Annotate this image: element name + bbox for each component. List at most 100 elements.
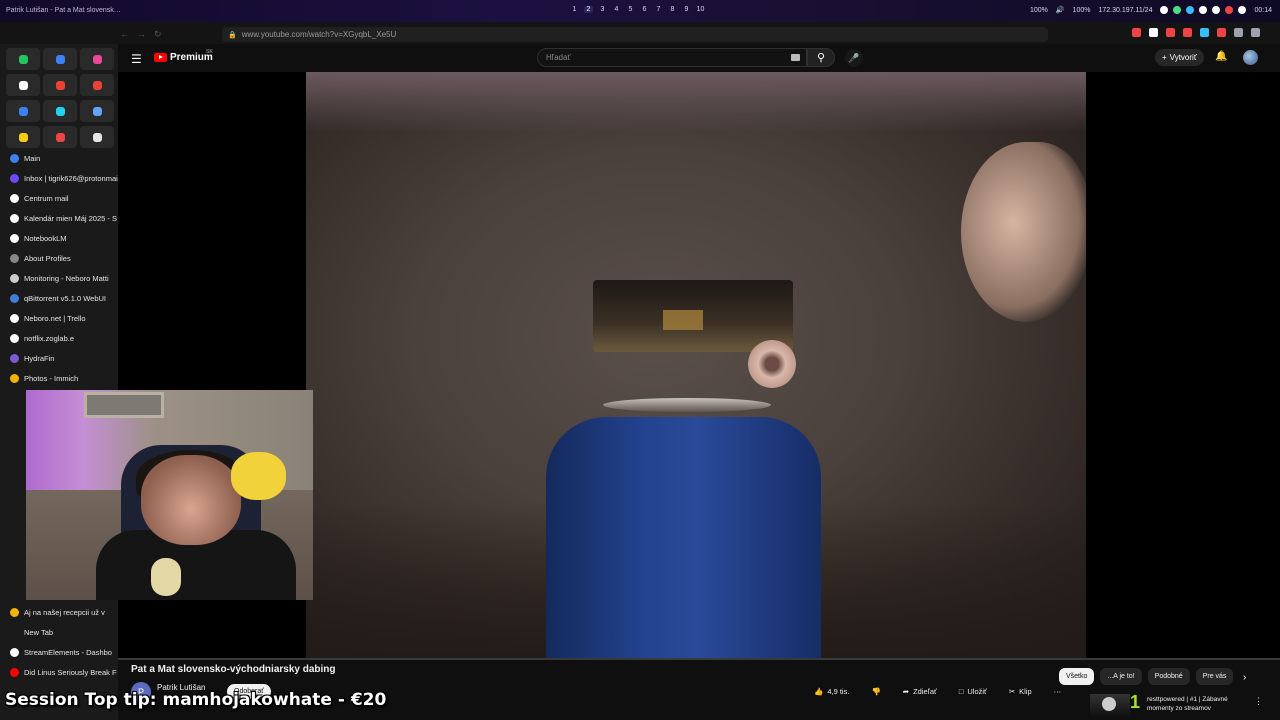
workspace-7[interactable]: 7 xyxy=(654,6,663,13)
pinned-tab[interactable] xyxy=(6,126,40,148)
tray-icon[interactable] xyxy=(1212,6,1221,14)
workspace-2[interactable]: 2 xyxy=(584,6,593,13)
system-tray[interactable] xyxy=(1160,6,1247,14)
like-button[interactable]: 👍 4,9 tis. xyxy=(806,682,858,700)
extension-icon[interactable] xyxy=(1217,28,1226,37)
user-avatar[interactable] xyxy=(1243,50,1258,65)
tray-icon[interactable] xyxy=(1225,6,1234,14)
video-frame[interactable] xyxy=(306,72,1086,658)
workspace-3[interactable]: 3 xyxy=(598,6,607,13)
workspace-10[interactable]: 10 xyxy=(696,6,705,13)
tab-label: Photos - Immich xyxy=(24,373,79,383)
volume-icon[interactable]: 🔊 xyxy=(1056,6,1065,14)
tray-icon[interactable] xyxy=(1186,6,1195,14)
youtube-logo[interactable]: Premium SK xyxy=(154,49,213,63)
suggested-video[interactable]: 1 resttpowered | #1 | Zábavné momenty zo… xyxy=(1090,692,1263,716)
sidebar-tab[interactable]: NotebookLM xyxy=(0,228,118,248)
forward-icon[interactable]: → xyxy=(137,29,146,40)
pinned-tab[interactable] xyxy=(6,48,40,70)
chevron-right-icon[interactable]: › xyxy=(1243,672,1246,683)
tab-label: Aj na našej recepcii už v xyxy=(24,607,105,617)
burner-knob xyxy=(748,340,796,388)
sidebar-tab[interactable]: Aj na našej recepcii už v xyxy=(0,602,118,622)
extension-icon[interactable] xyxy=(1166,28,1175,37)
sidebar-tab[interactable]: Photos - Immich xyxy=(0,368,118,388)
sidebar-tab[interactable]: Neboro.net | Trello xyxy=(0,308,118,328)
search-button[interactable]: ⚲ xyxy=(807,48,835,67)
burner-ring xyxy=(603,398,771,412)
filter-chip[interactable]: Pre vás xyxy=(1195,668,1234,685)
pinned-tab[interactable] xyxy=(43,74,77,96)
pinned-tab[interactable] xyxy=(43,48,77,70)
tab-favicon-icon xyxy=(10,313,19,323)
workspace-6[interactable]: 6 xyxy=(640,6,649,13)
keyboard-icon[interactable] xyxy=(791,54,800,61)
nav-buttons: ← → ↻ xyxy=(120,29,162,40)
dislike-button[interactable]: 👎 xyxy=(863,682,889,700)
extension-icon[interactable] xyxy=(1200,28,1209,37)
search-input[interactable]: Hľadať xyxy=(537,48,807,67)
pinned-tab[interactable] xyxy=(6,74,40,96)
pinned-tab[interactable] xyxy=(43,100,77,122)
filter-chip[interactable]: Podobné xyxy=(1147,668,1190,685)
create-button[interactable]: + Vytvoriť xyxy=(1155,49,1204,66)
sidebar-tab[interactable]: About Profiles xyxy=(0,248,118,268)
extension-icon[interactable] xyxy=(1149,28,1158,37)
pinned-tab[interactable] xyxy=(80,126,114,148)
address-bar[interactable]: 🔒 www.youtube.com/watch?v=XGyqbL_Xe5U xyxy=(222,27,1048,42)
url-text: www.youtube.com/watch?v=XGyqbL_Xe5U xyxy=(241,30,397,39)
save-button[interactable]: □ Uložiť xyxy=(950,682,995,700)
tray-icon[interactable] xyxy=(1160,6,1169,14)
notifications-bell-icon[interactable]: 🔔 xyxy=(1215,51,1227,62)
suggested-title[interactable]: resttpowered | #1 | Zábavné momenty zo s… xyxy=(1147,695,1247,713)
sidebar-tab[interactable]: StreamElements - Dashbo xyxy=(0,642,118,662)
extension-icon[interactable] xyxy=(1183,28,1192,37)
video-progress-bar[interactable] xyxy=(118,658,1280,660)
site-favicon-icon xyxy=(92,54,102,64)
webcam-plush-toy xyxy=(231,452,286,500)
filter-chip[interactable]: ...A je to! xyxy=(1100,668,1142,685)
menu-icon[interactable]: ☰ xyxy=(131,52,142,66)
tray-icon[interactable] xyxy=(1238,6,1247,14)
sidebar-tab[interactable]: New Tab xyxy=(0,622,118,642)
pinned-tab[interactable] xyxy=(6,100,40,122)
extension-icon[interactable] xyxy=(1234,28,1243,37)
clip-button[interactable]: ✂ Klip xyxy=(1000,682,1040,700)
suggested-thumbnail[interactable] xyxy=(1090,694,1130,716)
battery-status: 100% xyxy=(1029,6,1048,14)
sidebar-tab[interactable]: qBittorrent v5.1.0 WebUI xyxy=(0,288,118,308)
workspace-1[interactable]: 1 xyxy=(570,6,579,13)
workspace-4[interactable]: 4 xyxy=(612,6,621,13)
pinned-tab[interactable] xyxy=(43,126,77,148)
tab-favicon-icon xyxy=(10,173,19,183)
voice-search-button[interactable]: 🎤 xyxy=(845,49,863,67)
sidebar-tab[interactable]: Kalendár mien Máj 2025 - S xyxy=(0,208,118,228)
back-icon[interactable]: ← xyxy=(120,29,129,40)
sidebar-tab[interactable]: Monitoring - Neboro Matti xyxy=(0,268,118,288)
workspace-8[interactable]: 8 xyxy=(668,6,677,13)
extension-icon[interactable] xyxy=(1251,28,1260,37)
site-favicon-icon xyxy=(92,132,102,142)
workspace-switcher[interactable]: 1 2 3 4 5 6 7 8 9 10 xyxy=(570,6,705,13)
pinned-tab[interactable] xyxy=(80,100,114,122)
pinned-tab[interactable] xyxy=(80,48,114,70)
filter-chip[interactable]: Všetko xyxy=(1059,668,1095,685)
pinned-tab[interactable] xyxy=(80,74,114,96)
share-button[interactable]: ➦ Zdieľať xyxy=(894,682,945,700)
status-area: 100% 🔊 100% 172.30.197.11/24 00:14 xyxy=(1030,6,1272,14)
workspace-9[interactable]: 9 xyxy=(682,6,691,13)
sidebar-tab[interactable]: HydraFin xyxy=(0,348,118,368)
tab-favicon-icon xyxy=(10,373,19,383)
kebab-menu-icon[interactable]: ⋮ xyxy=(1254,696,1263,707)
workspace-5[interactable]: 5 xyxy=(626,6,635,13)
extension-icon[interactable] xyxy=(1132,28,1141,37)
sidebar-tab[interactable]: Did Linus Seriously Break F xyxy=(0,662,118,682)
tray-icon[interactable] xyxy=(1173,6,1182,14)
tab-favicon-icon xyxy=(10,353,19,363)
reload-icon[interactable]: ↻ xyxy=(154,29,162,40)
sidebar-tab[interactable]: Main xyxy=(0,148,118,168)
sidebar-tab[interactable]: Centrum mail xyxy=(0,188,118,208)
sidebar-tab[interactable]: notflix.zoglab.e xyxy=(0,328,118,348)
tray-icon[interactable] xyxy=(1199,6,1208,14)
sidebar-tab[interactable]: Inbox | tigrik626@protonmail xyxy=(0,168,118,188)
